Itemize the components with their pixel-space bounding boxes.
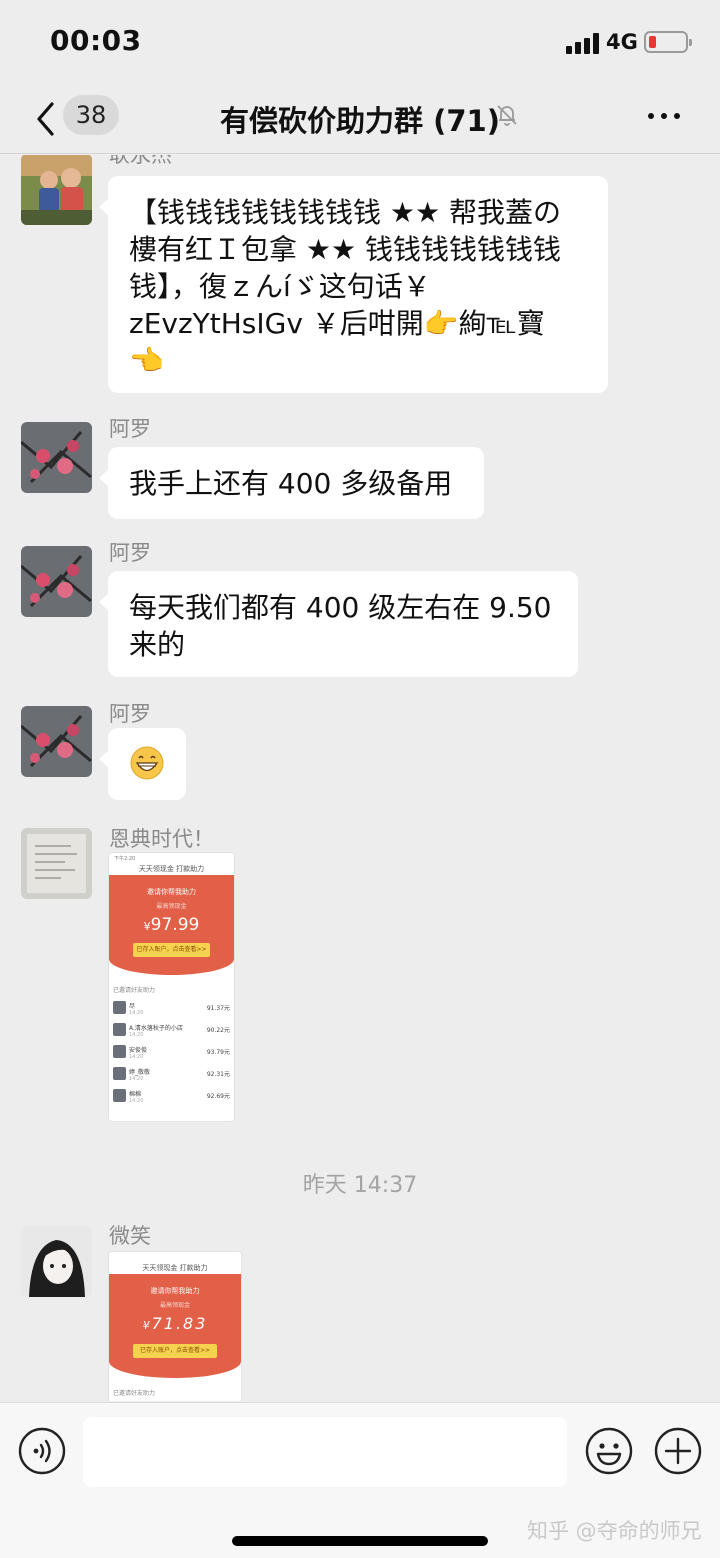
watermark: 知乎 @夺命的师兄 (527, 1519, 702, 1543)
avatar[interactable] (21, 546, 92, 617)
input-bar: 知乎 @夺命的师兄 (0, 1402, 720, 1558)
message-line: 钱】，復ｚんíゞ这句话￥ (129, 270, 431, 303)
message-line: zEvzYtHsIGv ￥后咁開👉絢℡寶 (129, 307, 545, 340)
screenshot-button: 已存入账户，点击查看>> (133, 1344, 217, 1358)
avatar[interactable] (21, 155, 92, 225)
signal-icon (566, 32, 602, 54)
more-button[interactable] (640, 102, 690, 128)
avatar[interactable] (21, 1226, 92, 1297)
sender-name: 阿罗 (109, 541, 151, 565)
message-line: 每天我们都有 400 级左右在 9.50 (129, 591, 552, 624)
image-message[interactable]: 下午2:20 天天领现金 打款助力 邀请你帮我助力 最高领现金 ¥97.99 已… (108, 852, 235, 1122)
more-dots-icon (648, 113, 654, 119)
message-list[interactable]: 耿永杰 【钱钱钱钱钱钱钱钱 ★★ 帮我蓋の 樓有红Ｉ包拿 ★★ 钱钱钱钱钱钱钱 … (0, 155, 720, 1401)
status-time: 00:03 (50, 24, 142, 57)
screenshot-button: 已存入账户，点击查看>> (133, 943, 210, 957)
message-line: 👈 (129, 344, 164, 377)
sender-name: 耿永杰 (109, 155, 172, 167)
sender-name: 阿罗 (109, 702, 151, 726)
chat-header: 38 有偿砍价助力群 (71) (0, 88, 720, 154)
image-message[interactable]: 天天领现金 打款助力 邀请你帮我助力 最高领现金 ¥71.83 已存入账户，点击… (108, 1251, 242, 1401)
message-item: 阿罗 我手上还有 400 多级备用 (0, 413, 720, 523)
time-divider: 昨天 14:37 (302, 1173, 418, 1198)
battery-icon (644, 31, 692, 53)
screenshot-title: 天天领现金 打款助力 (138, 865, 205, 873)
message-bubble[interactable] (99, 728, 186, 800)
message-line: 【钱钱钱钱钱钱钱钱 ★★ 帮我蓋の (129, 196, 562, 229)
message-item: 恩典时代！ 下午2:20 天天领现金 打款助力 邀请你帮我助力 最高领现金 ¥9… (0, 819, 720, 1122)
message-bubble[interactable]: 【钱钱钱钱钱钱钱钱 ★★ 帮我蓋の 樓有红Ｉ包拿 ★★ 钱钱钱钱钱钱钱 钱】，復… (99, 176, 608, 393)
avatar[interactable] (21, 422, 92, 493)
sender-name: 微笑 (109, 1224, 151, 1248)
sender-name: 阿罗 (109, 417, 151, 441)
bell-muted-icon (494, 102, 520, 128)
home-indicator[interactable] (232, 1536, 488, 1546)
more-actions-button[interactable] (654, 1427, 702, 1475)
screenshot-helper-label: 邀请你帮我助力 (150, 1287, 200, 1295)
screenshot-row: A.清水落秋子的小店 14:20 90.22元 (109, 1020, 234, 1042)
message-item: 阿罗 每天我们都有 400 级左右在 9.50 来的 (0, 537, 720, 677)
grinning-face-icon (130, 746, 164, 780)
message-line: 来的 (129, 628, 186, 661)
screenshot-amount: ¥71.83 (142, 1314, 208, 1333)
sender-name: 恩典时代！ (109, 827, 214, 851)
message-item: 微笑 天天领现金 打款助力 邀请你帮我助力 最高领现金 ¥71.83 已存入账户… (0, 1217, 720, 1401)
network-type: 4G (606, 30, 638, 54)
message-line: 我手上还有 400 多级备用 (129, 467, 453, 500)
screenshot-row: 棉棉 14:20 92.69元 (109, 1086, 234, 1108)
screenshot-subtitle: 最高领现金 (159, 1302, 190, 1309)
screenshot-status-time: 下午2:20 (114, 856, 136, 862)
screenshot-row: 安俊俊 14:20 93.79元 (109, 1042, 234, 1064)
screenshot-row: 尽 14:20 91.37元 (109, 998, 234, 1020)
message-item: 阿罗 (0, 697, 720, 807)
screenshot-banner: 邀请你帮我助力 最高领现金 ¥97.99 已存入账户，点击查看>> (109, 875, 234, 975)
message-line: 樓有红Ｉ包拿 ★★ 钱钱钱钱钱钱钱 (129, 233, 562, 266)
screenshot-row: 婷_敬敬 14:20 92.31元 (109, 1064, 234, 1086)
avatar[interactable] (21, 706, 92, 777)
status-bar: 00:03 4G (0, 0, 720, 88)
avatar[interactable] (21, 828, 92, 899)
screenshot-header: 天天领现金 打款助力 (109, 1252, 241, 1274)
message-item: 耿永杰 【钱钱钱钱钱钱钱钱 ★★ 帮我蓋の 樓有红Ｉ包拿 ★★ 钱钱钱钱钱钱钱 … (0, 155, 720, 395)
emoji-button[interactable] (585, 1427, 633, 1475)
screenshot-subtitle: 最高领现金 (156, 903, 187, 910)
screenshot-helper-label: 邀请你帮我助力 (147, 888, 196, 896)
screenshot-section: 已邀请好友助力 (113, 987, 156, 994)
screenshot-amount: ¥97.99 (143, 915, 200, 935)
screenshot-banner: 邀请你帮我助力 最高领现金 ¥71.83 已存入账户，点击查看>> (109, 1274, 241, 1378)
chat-title[interactable]: 有偿砍价助力群 (71) (0, 98, 720, 140)
voice-icon (18, 1427, 66, 1475)
message-bubble[interactable]: 每天我们都有 400 级左右在 9.50 来的 (99, 571, 578, 677)
message-bubble[interactable]: 我手上还有 400 多级备用 (99, 447, 484, 519)
screenshot-title: 天天领现金 打款助力 (142, 1264, 208, 1272)
voice-button[interactable] (18, 1427, 66, 1475)
message-input[interactable] (83, 1417, 567, 1487)
screenshot-section: 已邀请好友助力 (113, 1390, 156, 1397)
emoji-icon (585, 1427, 633, 1475)
screenshot-header: 下午2:20 天天领现金 打款助力 (109, 853, 234, 875)
battery-level (649, 36, 656, 48)
plus-icon (654, 1427, 702, 1475)
